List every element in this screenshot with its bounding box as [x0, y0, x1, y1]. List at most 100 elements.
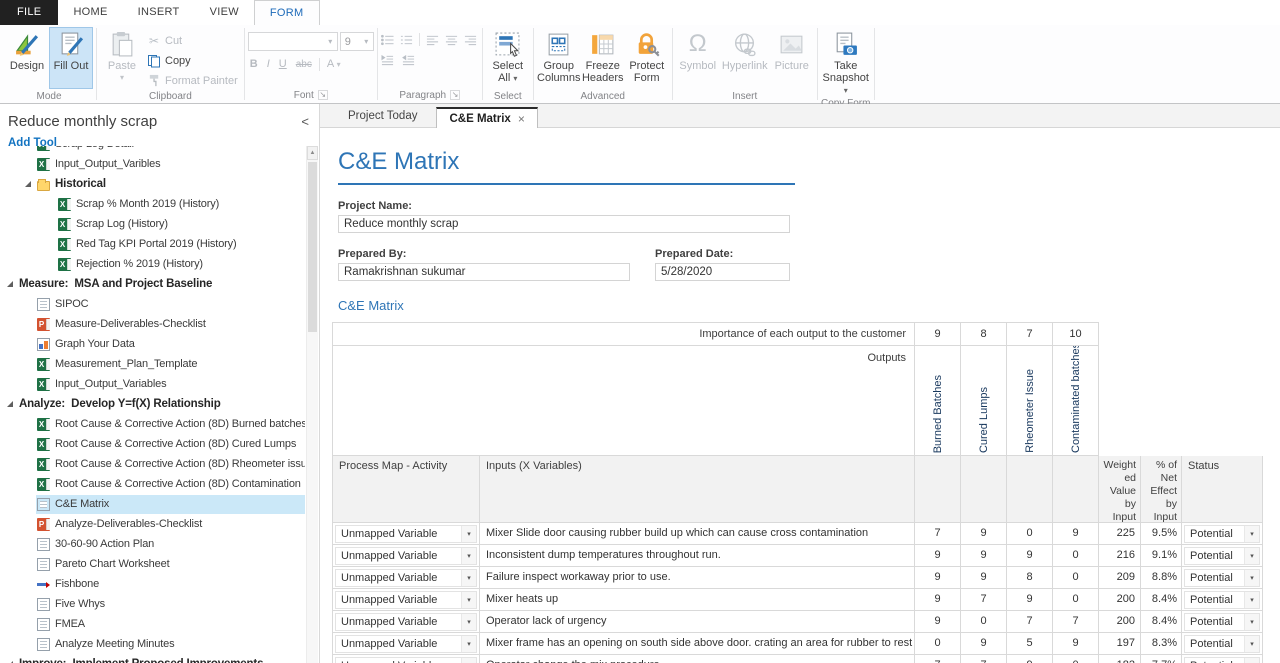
rating-cell[interactable]: 7 [961, 655, 1007, 663]
rating-cell[interactable]: 0 [1053, 655, 1099, 663]
status-dropdown[interactable]: Potential▾ [1184, 525, 1260, 543]
input-variable-cell[interactable]: Mixer Slide door causing rubber build up… [480, 523, 915, 545]
tree-item[interactable]: Root Cause & Corrective Action (8D) Rheo… [0, 454, 305, 474]
ribbon-tab-file[interactable]: FILE [0, 0, 58, 25]
tree-item[interactable]: Scrap Log (History) [0, 214, 305, 234]
tree-item[interactable]: Input_Output_Variables [0, 374, 305, 394]
tree-expand-arrow[interactable] [7, 281, 13, 287]
rating-cell[interactable]: 0 [915, 633, 961, 655]
chevron-down-icon[interactable]: ▾ [461, 570, 476, 586]
rating-cell[interactable]: 9 [915, 567, 961, 589]
tree-item[interactable]: Measurement_Plan_Template [0, 354, 305, 374]
ribbon-tab-view[interactable]: VIEW [195, 0, 254, 25]
status-dropdown[interactable]: Potential▾ [1184, 591, 1260, 609]
rating-cell[interactable]: 7 [915, 523, 961, 545]
importance-value-cell[interactable]: 9 [915, 322, 961, 346]
rating-cell[interactable]: 8 [1007, 567, 1053, 589]
chevron-down-icon[interactable]: ▾ [461, 548, 476, 564]
output-column-header[interactable]: Cured Lumps [961, 346, 1007, 456]
fill-out-button[interactable]: Fill Out [49, 27, 93, 89]
status-dropdown[interactable]: Potential▾ [1184, 613, 1260, 631]
rating-cell[interactable]: 9 [961, 545, 1007, 567]
rating-cell[interactable]: 9 [1007, 589, 1053, 611]
input-variable-cell[interactable]: Mixer frame has an opening on south side… [480, 633, 915, 655]
activity-dropdown[interactable]: Unmapped Variable▾ [335, 657, 477, 663]
tree-item[interactable]: Rejection % 2019 (History) [0, 254, 305, 274]
input-variable-cell[interactable]: Operator change the mix procedure. [480, 655, 915, 663]
close-icon[interactable]: × [518, 113, 525, 125]
activity-dropdown[interactable]: Unmapped Variable▾ [335, 635, 477, 653]
tree-item[interactable]: C&E Matrix [0, 494, 305, 514]
tree-item[interactable]: SIPOC [0, 294, 305, 314]
chevron-down-icon[interactable]: ▾ [1244, 526, 1259, 542]
tree-item[interactable]: Analyze Meeting Minutes [0, 634, 305, 654]
tree-item[interactable]: Input_Output_Varibles [0, 154, 305, 174]
chevron-down-icon[interactable]: ▾ [461, 636, 476, 652]
activity-dropdown[interactable]: Unmapped Variable▾ [335, 569, 477, 587]
rating-cell[interactable]: 0 [1053, 589, 1099, 611]
rating-cell[interactable]: 7 [915, 655, 961, 663]
rating-cell[interactable]: 9 [961, 567, 1007, 589]
activity-dropdown[interactable]: Unmapped Variable▾ [335, 613, 477, 631]
tree-scrollbar[interactable]: ▲ [306, 146, 318, 663]
status-dropdown[interactable]: Potential▾ [1184, 657, 1260, 663]
tree-item[interactable]: Scrap Log Detail [0, 146, 305, 154]
ribbon-tab-insert[interactable]: INSERT [123, 0, 195, 25]
output-column-header[interactable]: Rheometer Issue [1007, 346, 1053, 456]
design-button[interactable]: Design [5, 27, 49, 89]
tree-item[interactable]: Scrap % Month 2019 (History) [0, 194, 305, 214]
rating-cell[interactable]: 9 [1053, 633, 1099, 655]
rating-cell[interactable]: 9 [1007, 545, 1053, 567]
chevron-down-icon[interactable]: ▾ [1244, 592, 1259, 608]
output-column-header[interactable]: Contaminated batches [1053, 346, 1099, 456]
importance-value-cell[interactable]: 7 [1007, 322, 1053, 346]
tree-item[interactable]: Analyze-Deliverables-Checklist [0, 514, 305, 534]
chevron-down-icon[interactable]: ▾ [461, 614, 476, 630]
tree-item[interactable]: Five Whys [0, 594, 305, 614]
rating-cell[interactable]: 0 [961, 611, 1007, 633]
copy-button[interactable]: Copy [144, 52, 241, 69]
rating-cell[interactable]: 7 [961, 589, 1007, 611]
activity-dropdown[interactable]: Unmapped Variable▾ [335, 525, 477, 543]
project-name-field[interactable]: Reduce monthly scrap [338, 215, 790, 233]
freeze-headers-button[interactable]: Freeze Headers [581, 27, 625, 89]
rating-cell[interactable]: 7 [1007, 611, 1053, 633]
sidebar-collapse-button[interactable]: < [301, 114, 309, 129]
rating-cell[interactable]: 7 [1053, 611, 1099, 633]
take-snapshot-button[interactable]: TakeSnapshot ▾ [821, 27, 871, 98]
tree-scrollbar-thumb[interactable] [308, 162, 317, 332]
rating-cell[interactable]: 9 [915, 589, 961, 611]
chevron-down-icon[interactable]: ▾ [461, 658, 476, 663]
tree-item[interactable]: Root Cause & Corrective Action (8D) Cure… [0, 434, 305, 454]
prepared-date-field[interactable]: 5/28/2020 [655, 263, 790, 281]
rating-cell[interactable]: 9 [915, 611, 961, 633]
rating-cell[interactable]: 9 [961, 523, 1007, 545]
tree-item[interactable]: 30-60-90 Action Plan [0, 534, 305, 554]
tree-item[interactable]: Red Tag KPI Portal 2019 (History) [0, 234, 305, 254]
ribbon-tab-home[interactable]: HOME [58, 0, 122, 25]
rating-cell[interactable]: 9 [1053, 523, 1099, 545]
output-column-header[interactable]: Burned Batches [915, 346, 961, 456]
tree-item[interactable]: FMEA [0, 614, 305, 634]
chevron-down-icon[interactable]: ▾ [1244, 636, 1259, 652]
tree-expand-arrow[interactable] [7, 401, 13, 407]
rating-cell[interactable]: 9 [1007, 655, 1053, 663]
activity-dropdown[interactable]: Unmapped Variable▾ [335, 591, 477, 609]
tree-item[interactable]: Fishbone [0, 574, 305, 594]
tree-item[interactable]: Improve: Implement Proposed Improvements [0, 654, 305, 663]
ribbon-tab-form[interactable]: FORM [254, 0, 320, 25]
chevron-down-icon[interactable]: ▾ [1244, 548, 1259, 564]
tree-item[interactable]: Historical [0, 174, 305, 194]
tab-project-today[interactable]: Project Today [329, 106, 436, 127]
importance-value-cell[interactable]: 10 [1053, 322, 1099, 346]
status-dropdown[interactable]: Potential▾ [1184, 635, 1260, 653]
input-variable-cell[interactable]: Failure inspect workaway prior to use. [480, 567, 915, 589]
tree-item[interactable]: Analyze: Develop Y=f(X) Relationship [0, 394, 305, 414]
scroll-up-icon[interactable]: ▲ [307, 146, 318, 160]
activity-dropdown[interactable]: Unmapped Variable▾ [335, 547, 477, 565]
chevron-down-icon[interactable]: ▾ [1244, 658, 1259, 663]
rating-cell[interactable]: 5 [1007, 633, 1053, 655]
tree-item[interactable]: Measure-Deliverables-Checklist [0, 314, 305, 334]
status-dropdown[interactable]: Potential▾ [1184, 569, 1260, 587]
rating-cell[interactable]: 0 [1053, 545, 1099, 567]
